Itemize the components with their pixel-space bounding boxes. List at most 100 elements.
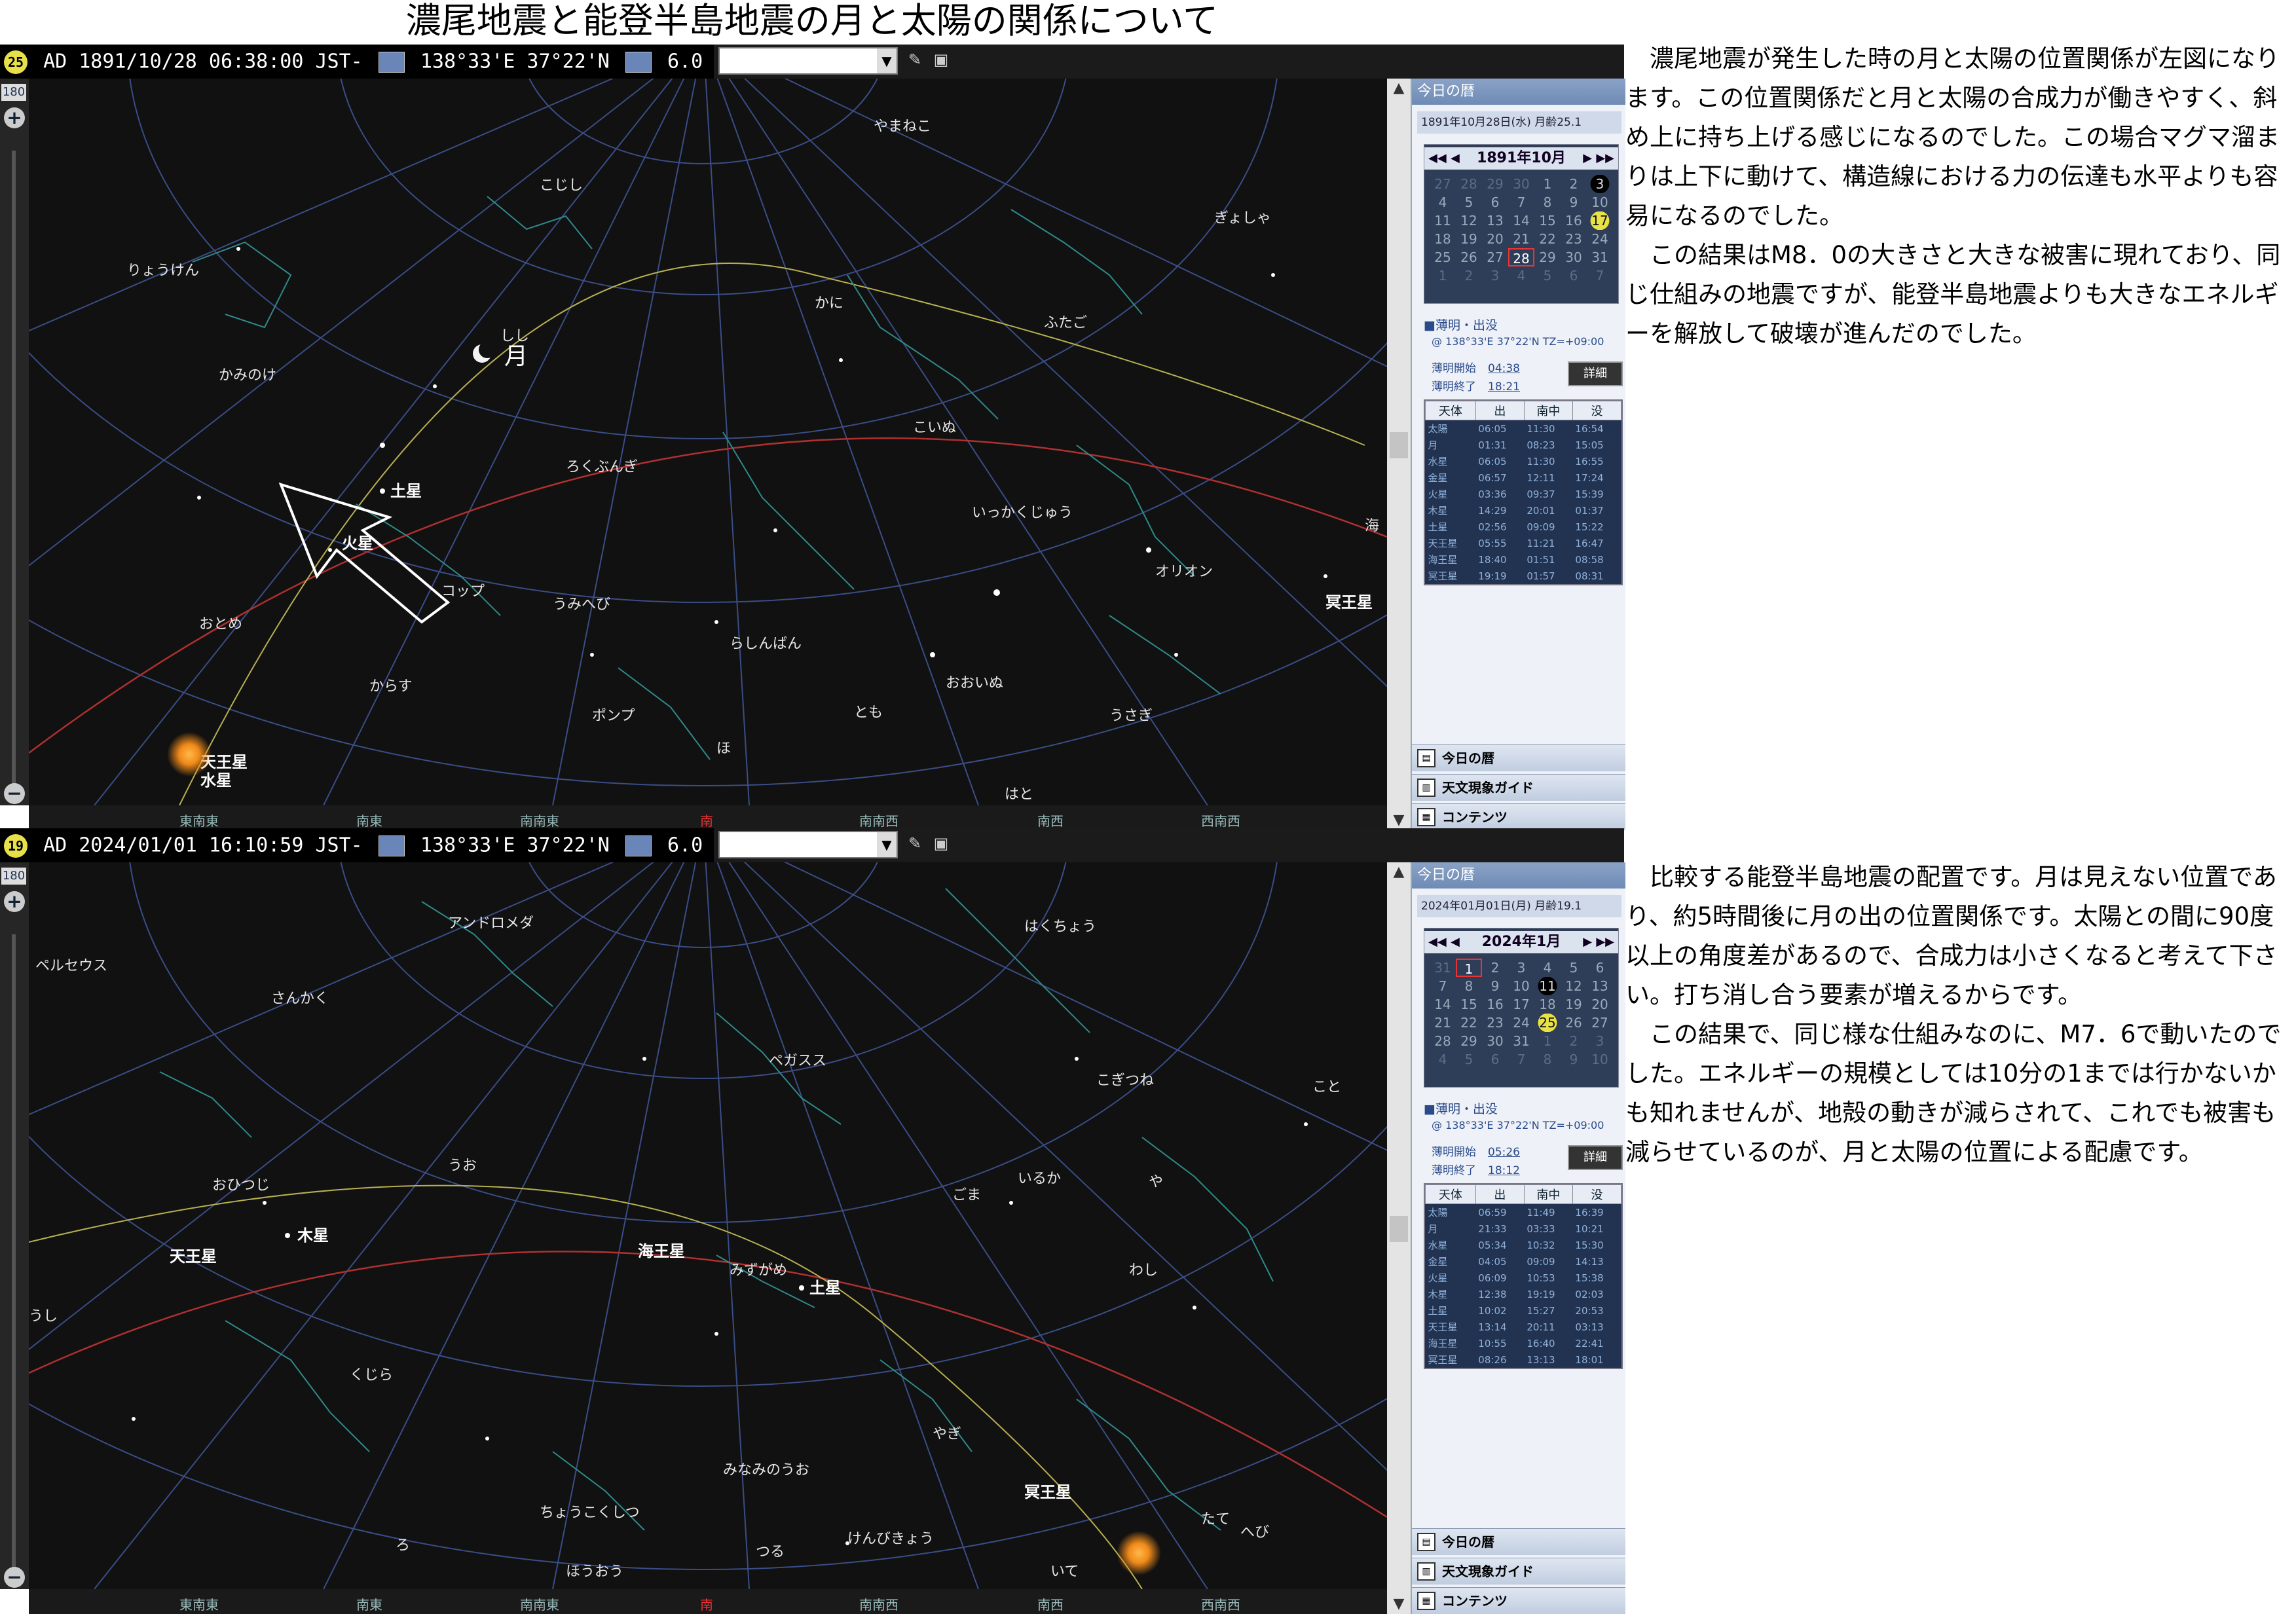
calendar-day[interactable]: 3: [1587, 1032, 1613, 1050]
calendar-day[interactable]: 14: [1430, 995, 1456, 1014]
view-dropdown[interactable]: ▼: [718, 47, 898, 75]
calendar-day[interactable]: 11: [1534, 977, 1561, 995]
calendar-day[interactable]: 18: [1430, 230, 1456, 248]
calendar-day[interactable]: 11: [1430, 211, 1456, 230]
calendar-day[interactable]: 2: [1482, 959, 1508, 977]
zoom-in-icon[interactable]: +: [4, 891, 25, 912]
prev-month-icon[interactable]: ◀◀ ◀: [1428, 931, 1460, 953]
calendar-day[interactable]: 14: [1508, 211, 1534, 230]
sky-view[interactable]: やまねこ こじし ぎょしゃ りょうけん かに ふたご しし かみのけ こいぬ ろ…: [29, 79, 1387, 805]
vertical-scrollbar[interactable]: ▲ ▼: [1387, 862, 1411, 1614]
calendar-day[interactable]: 9: [1561, 193, 1587, 211]
calendar-day[interactable]: 9: [1482, 977, 1508, 995]
zoom-out-icon[interactable]: −: [4, 783, 25, 804]
calendar-day[interactable]: 1: [1430, 266, 1456, 285]
zoom-in-icon[interactable]: +: [4, 107, 25, 128]
screen-tool-icon[interactable]: ▣: [930, 834, 952, 853]
calendar-day[interactable]: 4: [1508, 266, 1534, 285]
pen-tool-icon[interactable]: ✎: [904, 834, 926, 853]
calendar-day[interactable]: 12: [1561, 977, 1587, 995]
calendar-day[interactable]: 17: [1587, 211, 1613, 230]
calendar-day[interactable]: 7: [1587, 266, 1613, 285]
calendar-day[interactable]: 21: [1508, 230, 1534, 248]
calendar-day[interactable]: 26: [1561, 1014, 1587, 1032]
detail-button[interactable]: 詳細: [1568, 1145, 1623, 1170]
next-month-icon[interactable]: ▶ ▶▶: [1583, 147, 1614, 170]
datetime-display[interactable]: AD 1891/10/28 06:38:00 JST‐: [43, 50, 363, 73]
calendar-day[interactable]: 9: [1561, 1050, 1587, 1069]
calendar-day[interactable]: 6: [1482, 1050, 1508, 1069]
datetime-display[interactable]: AD 2024/01/01 16:10:59 JST‐: [43, 834, 363, 857]
calendar-day[interactable]: 4: [1430, 1050, 1456, 1069]
calendar-day[interactable]: 12: [1456, 211, 1482, 230]
calendar-day-selected[interactable]: 28: [1508, 248, 1534, 266]
calendar-day[interactable]: 6: [1561, 266, 1587, 285]
calendar-day[interactable]: 8: [1456, 977, 1482, 995]
sky-map[interactable]: やまねこ こじし ぎょしゃ りょうけん かに ふたご しし かみのけ こいぬ ろ…: [29, 79, 1387, 805]
pen-tool-icon[interactable]: ✎: [904, 50, 926, 69]
scroll-thumb[interactable]: [1390, 432, 1408, 458]
view-dropdown[interactable]: ▼: [718, 831, 898, 858]
calendar-day[interactable]: 18: [1534, 995, 1561, 1014]
calendar-day[interactable]: 10: [1587, 1050, 1613, 1069]
twilight-start-link[interactable]: 05:26: [1488, 1146, 1520, 1159]
calendar-day[interactable]: 24: [1508, 1014, 1534, 1032]
calendar-day[interactable]: 17: [1508, 995, 1534, 1014]
calendar-day[interactable]: 6: [1482, 193, 1508, 211]
calendar-day[interactable]: 30: [1508, 175, 1534, 193]
calendar-day[interactable]: 10: [1508, 977, 1534, 995]
calendar-day[interactable]: 23: [1482, 1014, 1508, 1032]
calendar-day[interactable]: 30: [1482, 1032, 1508, 1050]
scroll-down-icon[interactable]: ▼: [1387, 811, 1411, 830]
calendar-day[interactable]: 7: [1430, 977, 1456, 995]
sun[interactable]: [1117, 1531, 1161, 1575]
scroll-up-icon[interactable]: ▲: [1387, 862, 1411, 882]
twilight-start-link[interactable]: 04:38: [1488, 362, 1520, 375]
zoom-slider[interactable]: [12, 934, 16, 1576]
calendar-day[interactable]: 15: [1534, 211, 1561, 230]
calendar-day[interactable]: 29: [1482, 175, 1508, 193]
screen-tool-icon[interactable]: ▣: [930, 50, 952, 69]
calendar-day[interactable]: 1: [1534, 1032, 1561, 1050]
calendar-day[interactable]: 20: [1482, 230, 1508, 248]
calendar-day[interactable]: 19: [1456, 230, 1482, 248]
magnitude-display[interactable]: 6.0: [667, 834, 703, 857]
calendar-day[interactable]: 16: [1561, 211, 1587, 230]
vertical-scrollbar[interactable]: ▲ ▼: [1387, 79, 1411, 830]
calendar-day[interactable]: 20: [1587, 995, 1613, 1014]
calendar-day[interactable]: 2: [1561, 1032, 1587, 1050]
location-icon[interactable]: [378, 835, 405, 856]
calendar-day[interactable]: 7: [1508, 1050, 1534, 1069]
calendar-day[interactable]: 15: [1456, 995, 1482, 1014]
twilight-end-link[interactable]: 18:21: [1488, 380, 1520, 394]
calendar-day[interactable]: 27: [1482, 248, 1508, 266]
calendar-day[interactable]: 8: [1534, 193, 1561, 211]
contents-button[interactable]: ▦ コンテンツ: [1412, 803, 1625, 830]
calendar-day-selected[interactable]: 1: [1456, 959, 1482, 977]
calendar-day[interactable]: 3: [1587, 175, 1613, 193]
today-calendar-button[interactable]: ▤ 今日の暦: [1412, 744, 1625, 771]
contents-button[interactable]: ▦ コンテンツ: [1412, 1587, 1625, 1614]
calendar-day[interactable]: 26: [1456, 248, 1482, 266]
calendar-day[interactable]: 31: [1508, 1032, 1534, 1050]
calendar-day[interactable]: 27: [1430, 175, 1456, 193]
sun[interactable]: [167, 732, 212, 777]
calendar-day[interactable]: 30: [1561, 248, 1587, 266]
scroll-thumb[interactable]: [1390, 1216, 1408, 1242]
calendar-day[interactable]: 29: [1534, 248, 1561, 266]
calendar-day[interactable]: 3: [1482, 266, 1508, 285]
astronomy-guide-button[interactable]: ▥ 天文現象ガイド: [1412, 774, 1625, 801]
calendar-day[interactable]: 31: [1430, 959, 1456, 977]
calendar-day[interactable]: 5: [1534, 266, 1561, 285]
calendar-day[interactable]: 29: [1456, 1032, 1482, 1050]
coords-display[interactable]: 138°33'E 37°22'N: [420, 50, 610, 73]
calendar-day[interactable]: 25: [1534, 1014, 1561, 1032]
calendar-day[interactable]: 5: [1456, 193, 1482, 211]
scroll-up-icon[interactable]: ▲: [1387, 79, 1411, 98]
calendar-day[interactable]: 19: [1561, 995, 1587, 1014]
calendar-day[interactable]: 28: [1430, 1032, 1456, 1050]
zoom-slider[interactable]: [12, 151, 16, 792]
calendar-day[interactable]: 28: [1456, 175, 1482, 193]
calendar-day[interactable]: 6: [1587, 959, 1613, 977]
calendar-day[interactable]: 25: [1430, 248, 1456, 266]
